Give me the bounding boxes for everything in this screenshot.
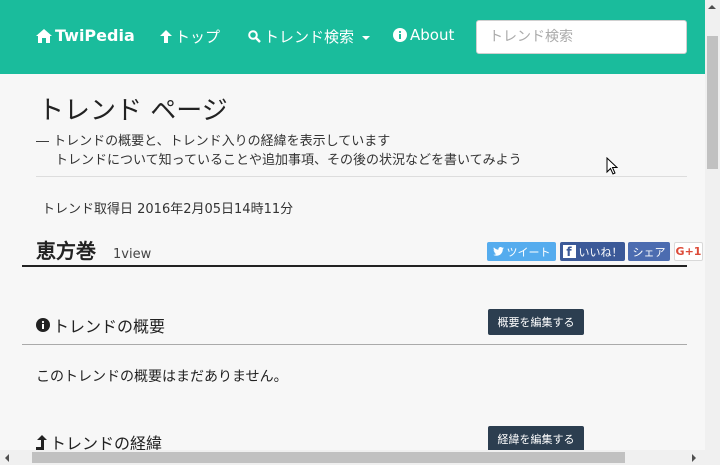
nav-about-link[interactable]: About <box>393 26 454 44</box>
description-line-2: トレンドについて知っていることや追加事項、その後の状況などを書いてみよう <box>55 153 522 168</box>
page-description: ― トレンドの概要と、トレンド入りの経緯を表示しています トレンドについて知って… <box>36 132 522 170</box>
nav-search-label: トレンド検索 <box>264 28 355 46</box>
horizontal-scrollbar[interactable] <box>0 450 705 465</box>
edit-summary-button[interactable]: 概要を編集する <box>488 309 584 335</box>
scroll-right-arrow-icon[interactable] <box>692 454 696 462</box>
trend-name: 恵方巻 <box>36 239 96 263</box>
brand-label: TwiPedia <box>55 26 135 45</box>
horizontal-scroll-thumb[interactable] <box>32 452 625 463</box>
facebook-share-button[interactable]: シェア <box>628 242 670 261</box>
nav-search-dropdown[interactable]: トレンド検索 <box>248 26 371 47</box>
mouse-cursor-icon <box>606 157 618 175</box>
tweet-label: ツイート <box>506 245 551 259</box>
google-plus-button[interactable]: G+1 <box>674 242 703 261</box>
nav-top-link[interactable]: トップ <box>160 26 220 47</box>
summary-heading: トレンドの概要 <box>36 313 165 337</box>
description-line-1: ― トレンドの概要と、トレンド入りの経緯を表示しています <box>36 134 391 149</box>
scrollbar-corner <box>705 450 720 465</box>
facebook-icon: f <box>562 245 576 258</box>
edit-history-button[interactable]: 経緯を編集する <box>488 426 584 452</box>
main-content: トレンド ページ ― トレンドの概要と、トレンド入りの経緯を表示しています トレ… <box>22 74 703 453</box>
like-label: いいね！ <box>578 245 623 259</box>
caret-down-icon <box>362 35 371 40</box>
twitter-icon <box>492 247 504 256</box>
navbar: TwiPedia トップ トレンド検索 About <box>0 0 705 74</box>
divider <box>36 176 687 177</box>
gplus-label: G+1 <box>675 245 702 258</box>
home-icon <box>36 28 52 43</box>
trend-date: トレンド取得日 2016年2月05日14時11分 <box>42 202 294 217</box>
browser-viewport: TwiPedia トップ トレンド検索 About トレンド ページ ― トレン… <box>0 0 720 465</box>
nav-about-label: About <box>410 26 455 44</box>
search-icon <box>248 30 261 43</box>
page-title: トレンド ページ <box>38 96 228 126</box>
info-icon <box>393 28 407 42</box>
nav-top-label: トップ <box>175 28 221 46</box>
search-input[interactable] <box>476 20 687 54</box>
share-label: シェア <box>632 245 666 259</box>
summary-empty-text: このトレンドの概要はまだありません。 <box>36 369 288 385</box>
brand-link[interactable]: TwiPedia <box>36 26 135 45</box>
summary-divider <box>22 344 687 345</box>
tweet-button[interactable]: ツイート <box>487 242 556 261</box>
view-count: 1view <box>113 247 152 262</box>
level-up-icon <box>36 434 47 450</box>
vertical-scrollbar[interactable] <box>705 0 720 450</box>
scroll-up-arrow-icon[interactable] <box>708 5 716 9</box>
summary-heading-label: トレンドの概要 <box>53 317 166 336</box>
vertical-scroll-thumb[interactable] <box>707 36 718 169</box>
scroll-left-arrow-icon[interactable] <box>5 454 9 462</box>
info-icon <box>36 318 50 332</box>
facebook-like-button[interactable]: f いいね！ <box>560 242 625 261</box>
arrow-up-icon <box>160 30 172 43</box>
trend-divider <box>22 265 687 267</box>
